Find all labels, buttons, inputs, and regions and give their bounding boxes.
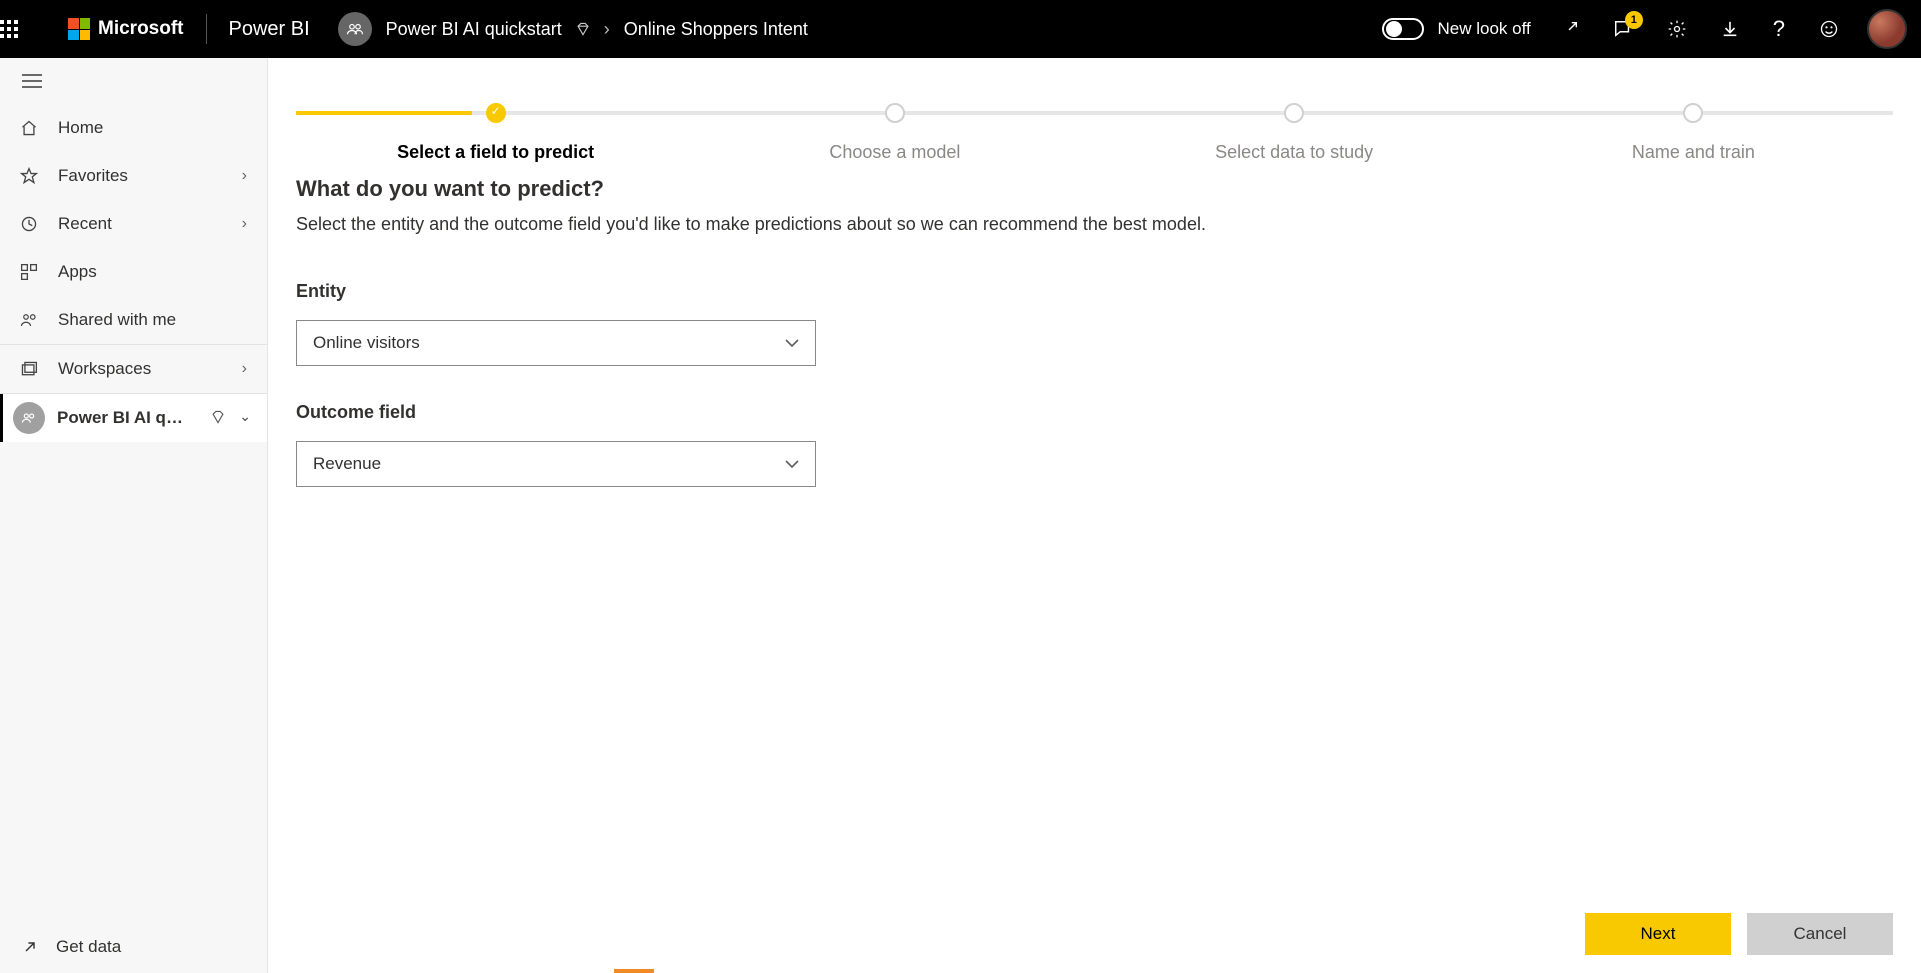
chevron-down-icon xyxy=(785,459,799,469)
chevron-down-icon[interactable]: ⌄ xyxy=(239,408,251,425)
microsoft-squares-icon xyxy=(68,18,90,40)
settings-gear-icon[interactable] xyxy=(1667,19,1687,39)
sidebar-item-workspaces[interactable]: Workspaces › xyxy=(0,344,267,394)
chevron-right-icon: › xyxy=(242,167,247,185)
step-node-icon xyxy=(885,103,905,123)
help-icon[interactable]: ? xyxy=(1773,16,1785,42)
sidebar-item-favorites[interactable]: Favorites › xyxy=(0,152,267,200)
app-top-bar: Microsoft Power BI Power BI AI quickstar… xyxy=(0,0,1921,58)
top-actions: 1 ? xyxy=(1561,16,1839,42)
step-select-data[interactable]: Select data to study xyxy=(1095,106,1494,163)
sidebar-item-label: Apps xyxy=(58,262,97,282)
sidebar-item-home[interactable]: Home xyxy=(0,104,267,152)
product-name[interactable]: Power BI xyxy=(229,18,310,41)
step-node-icon xyxy=(1284,103,1304,123)
feedback-smile-icon[interactable] xyxy=(1819,19,1839,39)
entity-value: Online visitors xyxy=(313,333,420,353)
breadcrumb-workspace[interactable]: Power BI AI quickstart xyxy=(386,19,562,40)
get-data-label: Get data xyxy=(56,937,121,957)
accent-bar xyxy=(614,969,654,973)
download-icon[interactable] xyxy=(1721,20,1739,38)
sidebar-item-label: Recent xyxy=(58,214,112,234)
wizard-footer: Next Cancel xyxy=(1585,913,1893,955)
home-icon xyxy=(20,119,38,137)
sidebar-item-apps[interactable]: Apps xyxy=(0,248,267,296)
clock-icon xyxy=(20,215,38,233)
apps-icon xyxy=(20,263,38,281)
step-label: Select data to study xyxy=(1095,142,1494,163)
workspace-avatar-icon xyxy=(13,402,45,434)
entity-label: Entity xyxy=(296,281,1893,302)
notifications-badge: 1 xyxy=(1625,11,1643,29)
outcome-select[interactable]: Revenue xyxy=(296,441,816,487)
chevron-right-icon: › xyxy=(242,215,247,233)
outcome-value: Revenue xyxy=(313,454,381,474)
sidebar-item-shared[interactable]: Shared with me xyxy=(0,296,267,344)
workspace-avatar-icon xyxy=(338,12,372,46)
sidebar-item-label: Workspaces xyxy=(58,359,151,379)
people-icon xyxy=(20,311,38,329)
sidebar-item-label: Shared with me xyxy=(58,310,176,330)
sidebar-item-label: Favorites xyxy=(58,166,128,186)
step-name-train[interactable]: Name and train xyxy=(1494,106,1893,163)
cancel-button[interactable]: Cancel xyxy=(1747,913,1893,955)
app-launcher-icon[interactable] xyxy=(0,20,50,38)
left-sidebar: Home Favorites › Recent › Apps xyxy=(0,58,268,973)
sidebar-current-workspace[interactable]: Power BI AI q… ⌄ xyxy=(0,394,267,442)
user-avatar[interactable] xyxy=(1867,9,1907,49)
get-data-button[interactable]: Get data xyxy=(0,921,267,973)
entity-select[interactable]: Online visitors xyxy=(296,320,816,366)
premium-diamond-icon xyxy=(576,22,590,36)
sidebar-item-recent[interactable]: Recent › xyxy=(0,200,267,248)
step-node-icon xyxy=(486,103,506,123)
chevron-down-icon xyxy=(785,338,799,348)
new-look-label: New look off xyxy=(1438,19,1531,39)
breadcrumb: Power BI AI quickstart › Online Shoppers… xyxy=(386,19,808,40)
sidebar-item-label: Home xyxy=(58,118,103,138)
breadcrumb-item[interactable]: Online Shoppers Intent xyxy=(624,19,808,40)
step-select-field[interactable]: Select a field to predict xyxy=(296,106,695,163)
step-label: Name and train xyxy=(1494,142,1893,163)
wizard-stepper: Select a field to predict Choose a model… xyxy=(296,106,1893,176)
arrow-up-right-icon xyxy=(22,939,38,955)
sidebar-collapse-icon[interactable] xyxy=(0,58,267,104)
workspaces-icon xyxy=(20,360,38,378)
outcome-label: Outcome field xyxy=(296,402,1893,423)
step-label: Select a field to predict xyxy=(296,142,695,163)
chevron-right-icon: › xyxy=(242,360,247,378)
step-choose-model[interactable]: Choose a model xyxy=(695,106,1094,163)
notifications-icon[interactable]: 1 xyxy=(1613,19,1633,39)
star-icon xyxy=(20,167,38,185)
microsoft-logo[interactable]: Microsoft xyxy=(68,18,184,40)
current-workspace-label: Power BI AI q… xyxy=(57,408,199,428)
chevron-right-icon: › xyxy=(604,19,610,40)
divider xyxy=(206,14,207,44)
step-node-icon xyxy=(1683,103,1703,123)
microsoft-word: Microsoft xyxy=(98,18,184,40)
main-content: Select a field to predict Choose a model… xyxy=(268,58,1921,973)
next-button[interactable]: Next xyxy=(1585,913,1731,955)
fullscreen-icon[interactable] xyxy=(1561,20,1579,38)
page-subtitle: Select the entity and the outcome field … xyxy=(296,214,1893,235)
page-title: What do you want to predict? xyxy=(296,176,1893,202)
premium-diamond-icon xyxy=(211,410,225,427)
step-label: Choose a model xyxy=(695,142,1094,163)
new-look-toggle[interactable] xyxy=(1382,18,1424,40)
